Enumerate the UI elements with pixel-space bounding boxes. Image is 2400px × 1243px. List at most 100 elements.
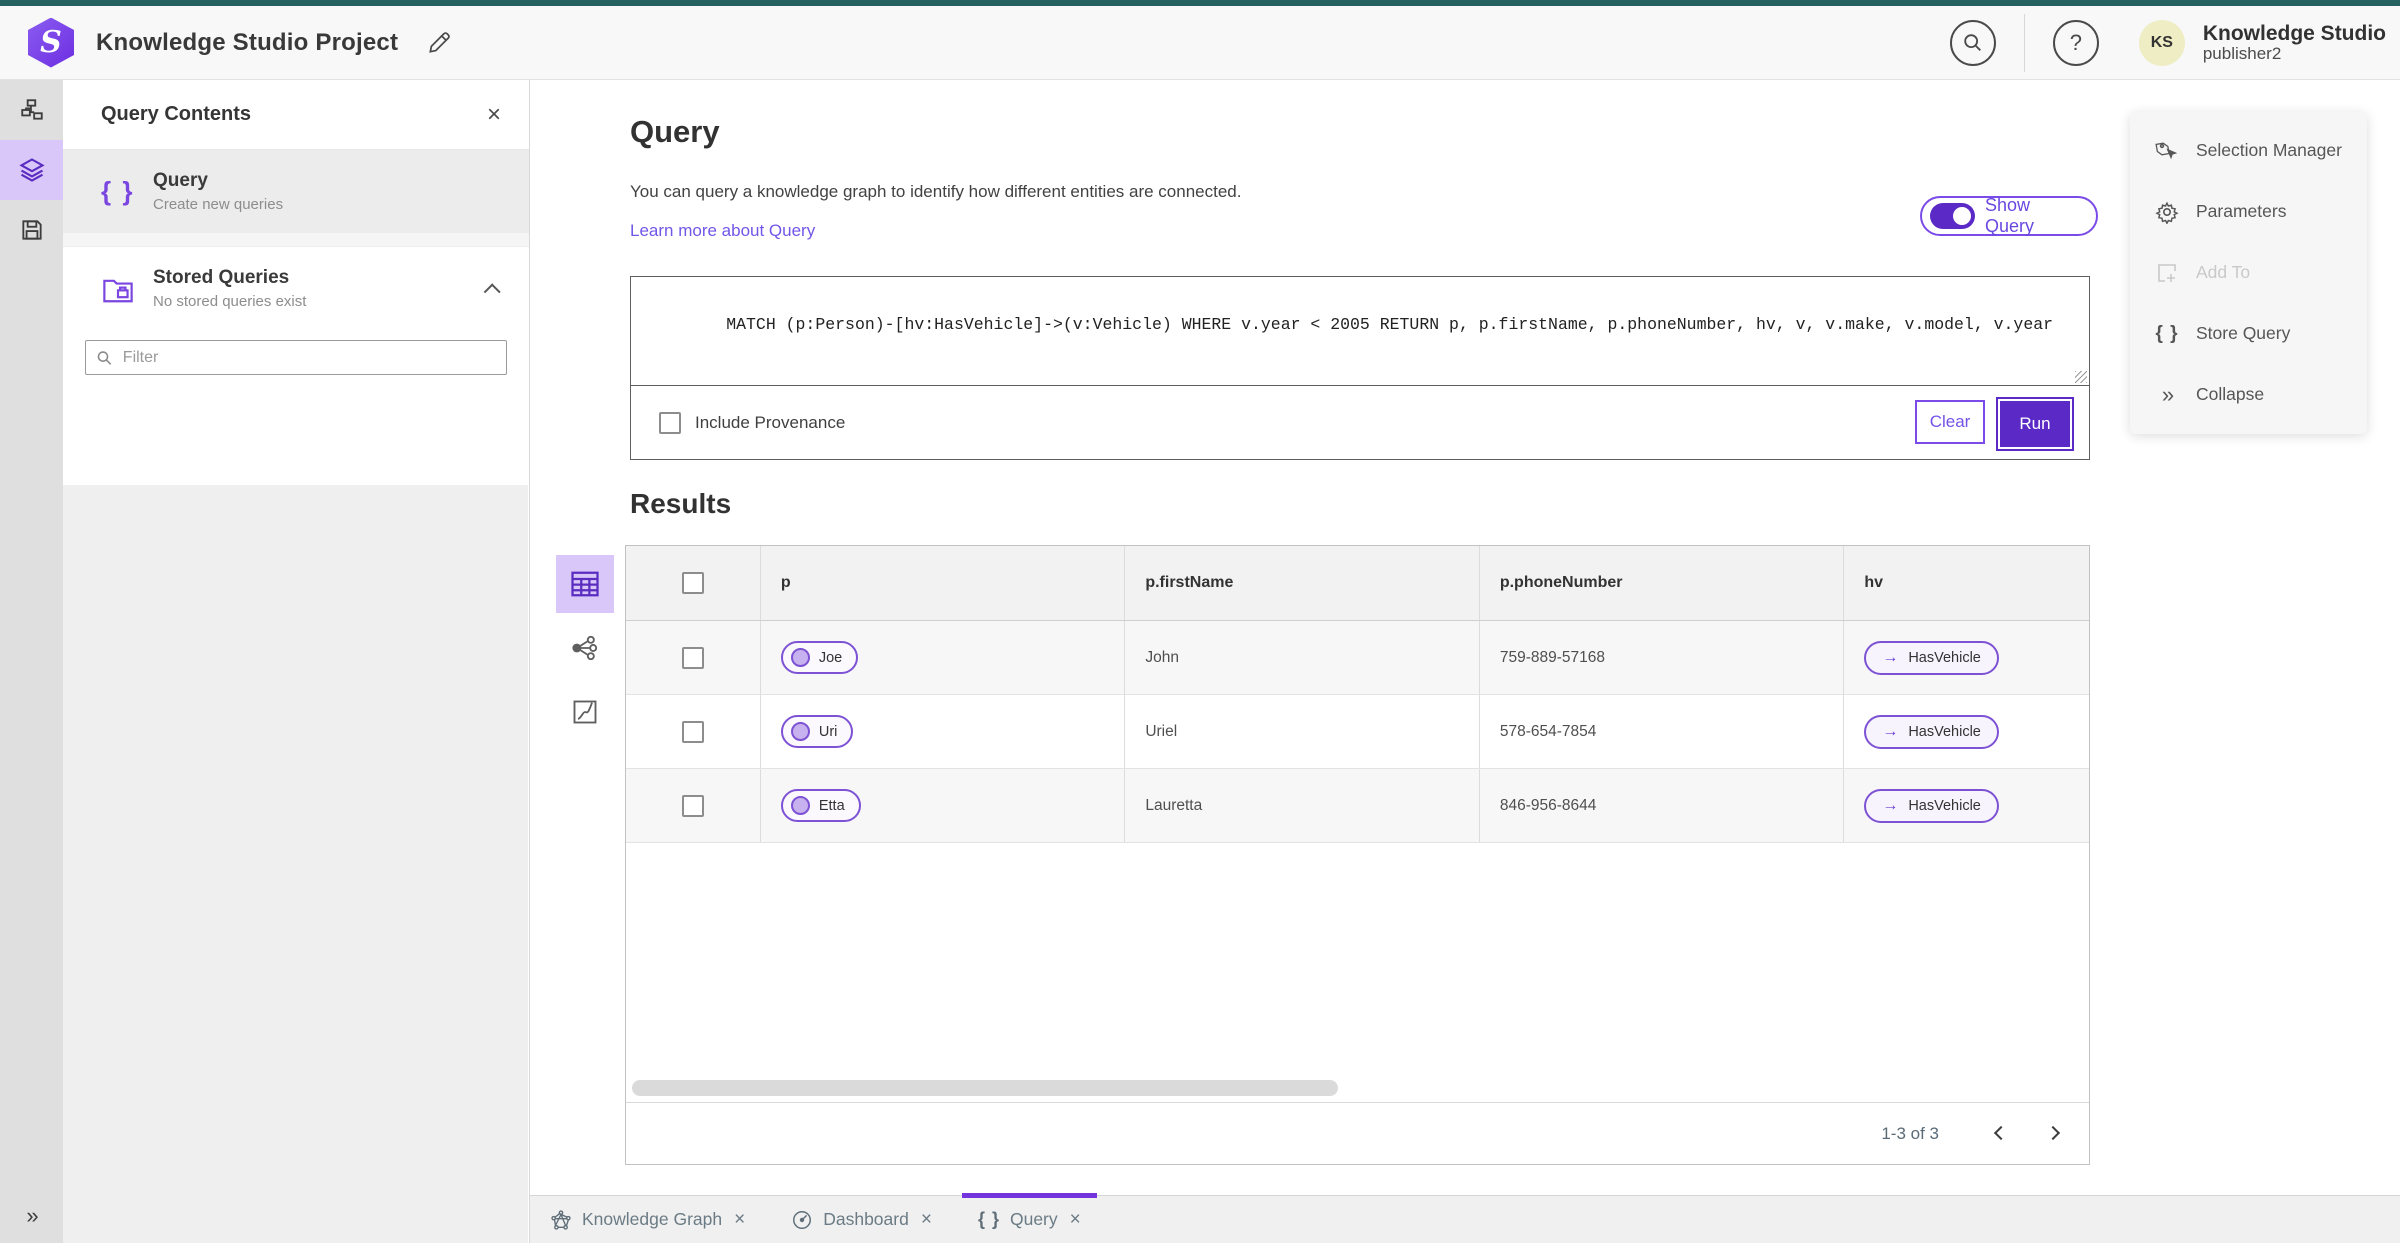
add-to-icon bbox=[2154, 261, 2180, 285]
run-button[interactable]: Run bbox=[2000, 401, 2070, 447]
arrow-right-icon: → bbox=[1882, 722, 1899, 740]
braces-icon: { } bbox=[101, 176, 135, 206]
nav-item-query[interactable]: { } Query Create new queries bbox=[63, 150, 529, 233]
learn-more-link[interactable]: Learn more about Query bbox=[630, 221, 815, 241]
previous-page-button[interactable] bbox=[1983, 1117, 2017, 1151]
query-actions-bar: Include Provenance Clear Run bbox=[631, 386, 2089, 459]
cell-phonenumber: 846-956-8644 bbox=[1480, 769, 1845, 842]
selection-manager-item[interactable]: Selection Manager bbox=[2130, 120, 2367, 181]
chevron-right-icon bbox=[2045, 1125, 2061, 1140]
graph-view-button[interactable] bbox=[556, 619, 614, 677]
row-checkbox[interactable] bbox=[681, 646, 704, 669]
help-icon: ? bbox=[2069, 29, 2082, 55]
column-header-phonenumber[interactable]: p.phoneNumber bbox=[1480, 546, 1845, 620]
collapse-item[interactable]: » Collapse bbox=[2130, 364, 2367, 425]
cell-firstname: Uriel bbox=[1125, 695, 1480, 768]
nav-item-title: Stored Queries bbox=[153, 267, 290, 288]
row-checkbox[interactable] bbox=[681, 794, 704, 817]
toggle-label: Show Query bbox=[1985, 195, 2035, 236]
node-icon bbox=[790, 648, 810, 667]
column-header-p[interactable]: p bbox=[761, 546, 1126, 620]
query-text: MATCH (p:Person)-[hv:HasVehicle]->(v:Veh… bbox=[726, 314, 2054, 334]
entity-pill[interactable]: Uri bbox=[780, 715, 854, 748]
app-header: S Knowledge Studio Project ? KS Knowledg… bbox=[0, 6, 2400, 80]
help-button[interactable]: ? bbox=[2052, 19, 2099, 66]
column-header-firstname[interactable]: p.firstName bbox=[1125, 546, 1480, 620]
cell-hv: → HasVehicle bbox=[1844, 621, 2089, 694]
arrow-right-icon: → bbox=[1882, 648, 1899, 666]
cell-hv: → HasVehicle bbox=[1844, 769, 2089, 842]
nav-item-subtitle: Create new queries bbox=[153, 196, 284, 213]
include-provenance-checkbox[interactable] bbox=[659, 411, 681, 434]
node-icon bbox=[790, 796, 810, 815]
query-editor[interactable]: MATCH (p:Person)-[hv:HasVehicle]->(v:Veh… bbox=[631, 277, 2089, 386]
close-panel-button[interactable]: × bbox=[487, 102, 501, 127]
entity-pill[interactable]: Etta bbox=[780, 789, 861, 822]
close-tab-icon[interactable]: × bbox=[921, 1209, 932, 1231]
nav-item-stored-queries[interactable]: Stored Queries No stored queries exist bbox=[63, 247, 529, 330]
table-view-button[interactable] bbox=[556, 555, 614, 613]
chevron-up-icon[interactable] bbox=[483, 282, 501, 300]
table-row: Uri Uriel 578-654-7854 → HasVehicle bbox=[626, 695, 2089, 769]
search-icon bbox=[97, 350, 112, 365]
rail-item-layers[interactable] bbox=[0, 140, 63, 200]
avatar[interactable]: KS bbox=[2138, 19, 2185, 66]
results-view-switcher bbox=[556, 555, 616, 747]
close-tab-icon[interactable]: × bbox=[734, 1209, 745, 1231]
cell-p: Joe bbox=[761, 621, 1126, 694]
cell-phonenumber: 578-654-7854 bbox=[1480, 695, 1845, 768]
rail-item-save[interactable] bbox=[0, 200, 63, 260]
relationship-pill[interactable]: → HasVehicle bbox=[1864, 640, 1999, 675]
chart-view-button[interactable] bbox=[556, 683, 614, 741]
tab-knowledge-graph[interactable]: Knowledge Graph × bbox=[534, 1196, 761, 1243]
nav-item-texts: Query Create new queries bbox=[153, 170, 283, 213]
header-checkbox-cell bbox=[626, 546, 761, 620]
close-tab-icon[interactable]: × bbox=[1070, 1209, 1081, 1231]
layers-icon bbox=[18, 158, 45, 182]
include-provenance-label: Include Provenance bbox=[695, 412, 846, 432]
cell-firstname: John bbox=[1125, 621, 1480, 694]
add-to-item: Add To bbox=[2130, 242, 2367, 303]
filter-input[interactable] bbox=[122, 348, 496, 367]
results-table: p p.firstName p.phoneNumber hv Joe John bbox=[625, 545, 2090, 1165]
nav-item-title: Query bbox=[153, 170, 208, 191]
horizontal-scrollbar[interactable] bbox=[632, 1080, 1338, 1096]
tab-dashboard[interactable]: Dashboard × bbox=[775, 1196, 948, 1243]
tab-query[interactable]: { } Query × bbox=[961, 1193, 1097, 1243]
relationship-pill[interactable]: → HasVehicle bbox=[1864, 714, 1999, 749]
clear-button[interactable]: Clear bbox=[1915, 400, 1985, 444]
knowledge-graph-icon bbox=[551, 1209, 571, 1230]
cell-phonenumber: 759-889-57168 bbox=[1480, 621, 1845, 694]
panel-divider bbox=[63, 233, 529, 247]
store-query-item[interactable]: { } Store Query bbox=[2130, 303, 2367, 364]
column-header-hv[interactable]: hv bbox=[1844, 546, 2089, 620]
edit-title-button[interactable] bbox=[426, 30, 452, 56]
nav-item-texts: Stored Queries No stored queries exist bbox=[153, 267, 306, 310]
main-content: Query You can query a knowledge graph to… bbox=[530, 80, 2400, 1195]
parameters-item[interactable]: Parameters bbox=[2130, 181, 2367, 242]
search-button[interactable] bbox=[1949, 19, 1996, 66]
entity-pill[interactable]: Joe bbox=[780, 641, 859, 674]
resize-grip[interactable] bbox=[2075, 371, 2087, 383]
table-view-icon bbox=[571, 571, 599, 597]
arrow-right-icon: → bbox=[1882, 796, 1899, 814]
expand-rail-button[interactable]: » bbox=[0, 1203, 63, 1229]
save-icon bbox=[21, 220, 42, 240]
relationship-pill[interactable]: → HasVehicle bbox=[1864, 788, 1999, 823]
panel-title: Query Contents bbox=[101, 103, 252, 125]
query-description: You can query a knowledge graph to ident… bbox=[630, 182, 1242, 201]
row-checkbox-cell bbox=[626, 769, 761, 842]
row-checkbox[interactable] bbox=[681, 720, 704, 743]
chart-view-icon bbox=[573, 700, 597, 724]
rail-item-hierarchy[interactable] bbox=[0, 80, 63, 140]
next-page-button[interactable] bbox=[2035, 1117, 2069, 1151]
cell-firstname: Lauretta bbox=[1125, 769, 1480, 842]
folder-icon bbox=[101, 274, 145, 304]
show-query-toggle[interactable]: Show Query bbox=[1920, 195, 2098, 236]
user-block: Knowledge Studio publisher2 bbox=[2203, 22, 2386, 64]
graph-view-icon bbox=[572, 635, 598, 661]
table-pagination: 1-3 of 3 bbox=[626, 1102, 2089, 1164]
select-all-checkbox[interactable] bbox=[681, 572, 704, 594]
collapse-icon: » bbox=[2161, 381, 2174, 407]
row-checkbox-cell bbox=[626, 695, 761, 768]
